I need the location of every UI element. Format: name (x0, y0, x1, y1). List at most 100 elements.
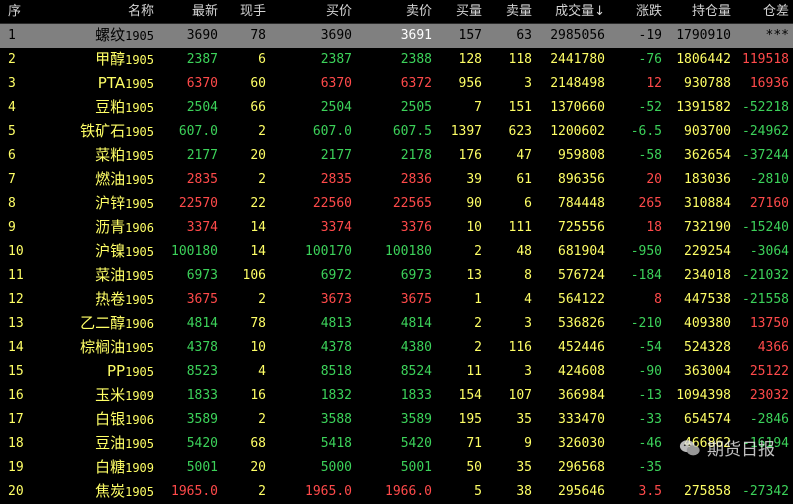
cell-oi-change: -21558 (742, 292, 789, 307)
cell-bid: 1832 (320, 388, 352, 403)
cell-ask: 4380 (400, 340, 432, 355)
col-header-oi-change[interactable]: 仓差 (735, 0, 793, 24)
table-row[interactable]: 2 甲醇1905 2387 6 2387 2388 128 118 2441780 -76 1806… (0, 48, 793, 72)
col-header-open-interest[interactable]: 持仓量 (666, 0, 735, 24)
table-row[interactable]: 1 螺纹1905 3690 78 3690 3691 157 63 2985056 -19 1790… (0, 23, 793, 49)
cell-change: -33 (638, 412, 662, 427)
table-row[interactable]: 14 棕榈油1905 4378 10 4378 4380 2 116 452446 -54 5243… (0, 336, 793, 360)
cell-volume: 452446 (558, 340, 605, 355)
contract-name: 豆粕 (95, 98, 126, 116)
cell-last: 2504 (186, 100, 218, 115)
cell-open-interest: 234018 (684, 268, 731, 283)
col-header-name[interactable]: 名称 (46, 0, 158, 24)
cell-volume: 424608 (558, 364, 605, 379)
contract-month: 1905 (125, 485, 154, 499)
table-row[interactable]: 5 铁矿石1905 607.0 2 607.0 607.5 1397 623 1200602 -6… (0, 120, 793, 144)
cell-name: 菜油1905 (46, 264, 158, 288)
cell-hand: 22 (250, 196, 266, 211)
cell-last: 4814 (186, 316, 218, 331)
table-row[interactable]: 20 焦炭1905 1965.0 2 1965.0 1966.0 5 38 295646 3.5 2… (0, 480, 793, 504)
contract-month: 1906 (125, 413, 154, 427)
cell-bid-vol: 128 (458, 52, 482, 67)
table-row[interactable]: 4 豆粕1905 2504 66 2504 2505 7 151 1370660 -52 13915… (0, 96, 793, 120)
table-row[interactable]: 11 菜油1905 6973 106 6972 6973 13 8 576724 -184 2340… (0, 264, 793, 288)
contract-name: 玉米 (95, 386, 126, 404)
cell-name: 沥青1906 (46, 216, 158, 240)
table-row[interactable]: 10 沪镍1905 100180 14 100170 100180 2 48 681904 -95… (0, 240, 793, 264)
col-header-bid-vol[interactable]: 买量 (436, 0, 486, 24)
cell-open-interest: 930788 (684, 76, 731, 91)
cell-volume: 681904 (558, 244, 605, 259)
cell-ask-vol: 47 (516, 148, 532, 163)
cell-name: 白糖1909 (46, 456, 158, 480)
cell-oi-change: 13750 (749, 316, 789, 331)
cell-name: 螺纹1905 (46, 24, 158, 49)
cell-last: 6370 (186, 76, 218, 91)
cell-name: 白银1906 (46, 408, 158, 432)
cell-last: 5001 (186, 460, 218, 475)
cell-hand: 14 (250, 244, 266, 259)
table-row[interactable]: 8 沪锌1905 22570 22 22560 22565 90 6 784448 265 3108… (0, 192, 793, 216)
cell-bid: 2835 (320, 172, 352, 187)
cell-ask-vol: 151 (508, 100, 532, 115)
cell-last: 3589 (186, 412, 218, 427)
table-row[interactable]: 3 PTA1905 6370 60 6370 6372 956 3 2148498 12 93078… (0, 72, 793, 96)
table-row[interactable]: 17 白银1906 3589 2 3588 3589 195 35 333470 -33 65457… (0, 408, 793, 432)
contract-month: 1905 (125, 293, 154, 307)
cell-bid: 6370 (320, 76, 352, 91)
cell-seq: 2 (8, 52, 16, 67)
contract-month: 1905 (125, 101, 154, 115)
cell-seq: 11 (8, 268, 24, 283)
col-header-last[interactable]: 最新 (158, 0, 222, 24)
table-row[interactable]: 6 菜粕1905 2177 20 2177 2178 176 47 959808 -58 36265… (0, 144, 793, 168)
table-row[interactable]: 13 乙二醇1906 4814 78 4813 4814 2 3 536826 -210 40938… (0, 312, 793, 336)
col-header-seq[interactable]: 序 (0, 0, 46, 24)
col-header-bid[interactable]: 买价 (270, 0, 356, 24)
col-header-volume[interactable]: 成交量↓ (536, 0, 609, 24)
cell-ask: 22565 (392, 196, 432, 211)
cell-ask-vol: 9 (524, 436, 532, 451)
table-row[interactable]: 18 豆油1905 5420 68 5418 5420 71 9 326030 -46 466862… (0, 432, 793, 456)
col-header-ask[interactable]: 卖价 (356, 0, 436, 24)
table-row[interactable]: 7 燃油1905 2835 2 2835 2836 39 61 896356 20 183036 -2… (0, 168, 793, 192)
cell-bid-vol: 11 (466, 364, 482, 379)
cell-bid: 2177 (320, 148, 352, 163)
table-row[interactable]: 9 沥青1906 3374 14 3374 3376 10 111 725556 18 732190… (0, 216, 793, 240)
cell-change: -950 (630, 244, 662, 259)
cell-change: 18 (646, 220, 662, 235)
cell-change: -6.5 (630, 124, 662, 139)
col-header-change[interactable]: 涨跌 (609, 0, 666, 24)
col-header-hand[interactable]: 现手 (222, 0, 270, 24)
cell-volume: 2148498 (550, 76, 605, 91)
cell-volume: 1370660 (550, 100, 605, 115)
cell-change: -13 (638, 388, 662, 403)
cell-bid: 3588 (320, 412, 352, 427)
cell-bid: 4813 (320, 316, 352, 331)
cell-volume: 1200602 (550, 124, 605, 139)
cell-ask-vol: 116 (508, 340, 532, 355)
cell-ask-vol: 4 (524, 292, 532, 307)
cell-change: 3.5 (638, 484, 662, 499)
cell-bid: 100170 (305, 244, 352, 259)
cell-bid: 607.0 (312, 124, 352, 139)
table-row[interactable]: 15 PP1905 8523 4 8518 8524 11 3 424608 -90 363004 2… (0, 360, 793, 384)
cell-name: PP1905 (46, 360, 158, 384)
cell-oi-change: 16936 (749, 76, 789, 91)
cell-change: -76 (638, 52, 662, 67)
cell-ask-vol: 3 (524, 364, 532, 379)
cell-ask: 3589 (400, 412, 432, 427)
cell-hand: 20 (250, 460, 266, 475)
cell-bid: 3374 (320, 220, 352, 235)
cell-ask: 6372 (400, 76, 432, 91)
cell-open-interest: 1806442 (676, 52, 731, 67)
cell-volume: 366984 (558, 388, 605, 403)
contract-month: 1905 (125, 77, 154, 91)
cell-bid: 1965.0 (305, 484, 352, 499)
table-row[interactable]: 19 白糖1909 5001 20 5000 5001 50 35 296568 -35 (0, 456, 793, 480)
table-row[interactable]: 12 热卷1905 3675 2 3673 3675 1 4 564122 8 447538 -215… (0, 288, 793, 312)
table-row[interactable]: 16 玉米1909 1833 16 1832 1833 154 107 366984 -13 109… (0, 384, 793, 408)
cell-bid: 2387 (320, 52, 352, 67)
cell-bid-vol: 2 (474, 340, 482, 355)
col-header-ask-vol[interactable]: 卖量 (486, 0, 536, 24)
cell-name: 棕榈油1905 (46, 336, 158, 360)
